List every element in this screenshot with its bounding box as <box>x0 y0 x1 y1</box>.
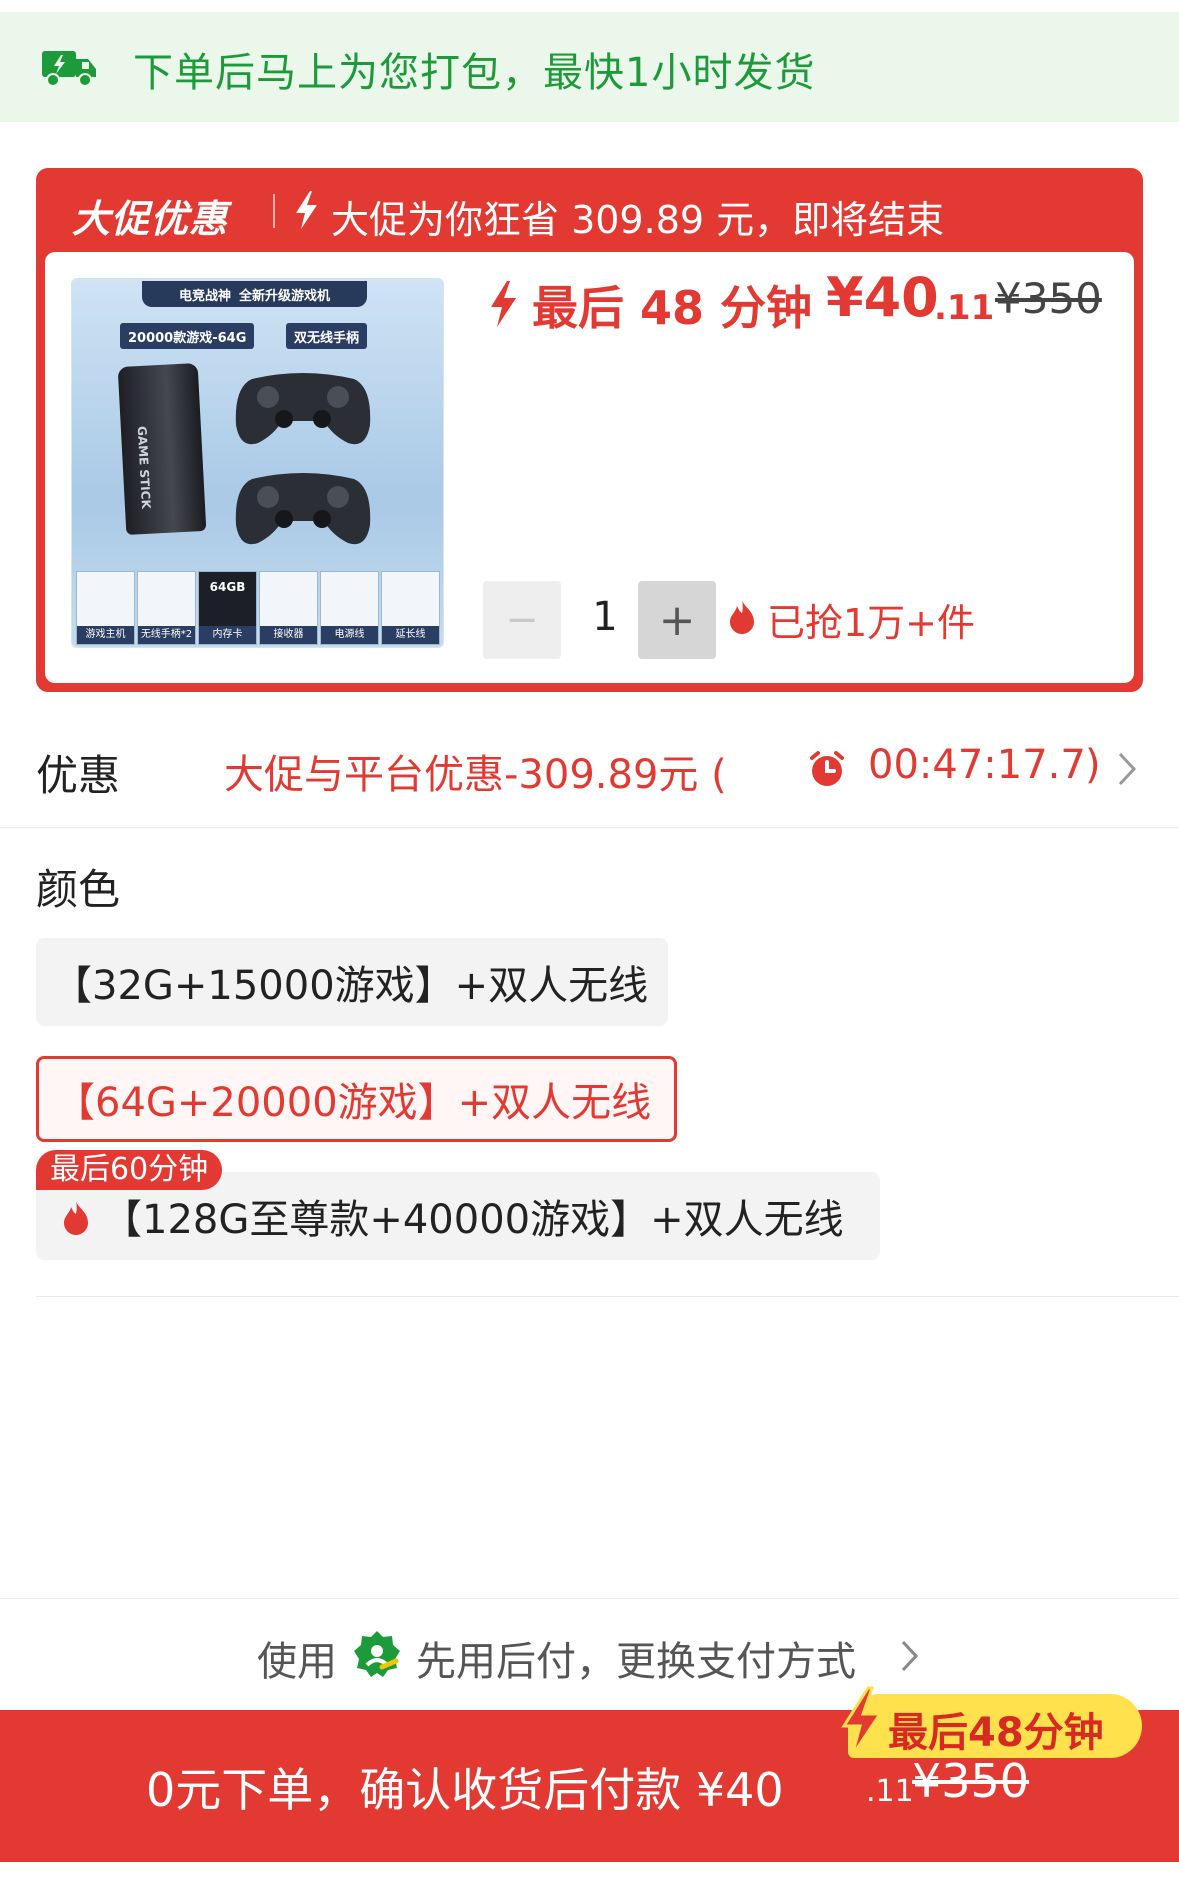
product-panel: 电竞战神 全新升级游戏机 20000款游戏-64G 双无线手柄 GAME STI… <box>45 252 1134 683</box>
coupon-row[interactable]: 优惠 大促与平台优惠-309.89元 ( 00:47:17.7 ) <box>0 718 1179 828</box>
color-label: 颜色 <box>36 865 121 914</box>
gamepad-icon <box>235 473 371 545</box>
thumb-label: 无线手柄*2 <box>138 626 195 644</box>
lightning-icon <box>296 191 317 229</box>
thumb-label: 游戏主机 <box>77 626 134 644</box>
product-image[interactable]: 电竞战神 全新升级游戏机 20000款游戏-64G 双无线手柄 GAME STI… <box>71 278 444 648</box>
price-countdown: 最后 48 分钟 <box>532 281 813 335</box>
thumb-item: 64GB 内存卡 <box>198 571 257 645</box>
thumb-item: 延长线 <box>381 571 440 645</box>
promo-card: 大促优惠 大促为你狂省 309.89 元，即将结束 电竞战神 全新升级游戏机 2… <box>36 168 1143 692</box>
promo-title: 大促优惠 <box>72 197 229 241</box>
image-chip-storage: 20000款游戏-64G <box>120 323 255 349</box>
thumb-label: 内存卡 <box>199 626 256 644</box>
chevron-right-icon[interactable] <box>900 1639 920 1673</box>
payment-use-label: 使用 <box>257 1639 337 1685</box>
sold-count: 已抢1万+件 <box>767 601 976 645</box>
pay-later-badge-icon <box>354 1631 400 1677</box>
thumb-item: 接收器 <box>259 571 318 645</box>
fire-icon <box>730 600 754 634</box>
thumb-item: 无线手柄*2 <box>137 571 196 645</box>
thumb-label: 接收器 <box>260 626 317 644</box>
quantity-value[interactable]: 1 <box>585 594 625 640</box>
coupon-value: 大促与平台优惠-309.89元 ( <box>224 752 727 798</box>
image-chip-controllers: 双无线手柄 <box>286 323 368 349</box>
image-thumbnails: 游戏主机 无线手柄*2 64GB 内存卡 接收器 电源线 延长线 <box>76 571 440 645</box>
price-decimal: .11 <box>934 288 995 328</box>
image-label: 全新升级游戏机 <box>239 288 331 304</box>
shipping-banner: 下单后马上为您打包，最快1小时发货 <box>0 12 1179 122</box>
color-option[interactable]: 【32G+15000游戏】+双人无线 <box>36 938 668 1026</box>
price-current: ¥40 <box>826 266 939 329</box>
thumb-label: 延长线 <box>382 626 439 644</box>
chevron-right-icon[interactable] <box>1116 750 1138 788</box>
fire-icon <box>64 1201 88 1235</box>
color-option-label: 【32G+15000游戏】+双人无线 <box>52 963 649 1009</box>
price-original: ¥350 <box>995 274 1102 323</box>
color-option-label: 【128G至尊款+40000游戏】+双人无线 <box>102 1197 844 1243</box>
image-brand: 电竞战神 <box>178 288 231 304</box>
thumb-item: 游戏主机 <box>76 571 135 645</box>
stick-text: GAME STICK <box>134 425 154 510</box>
promo-header: 大促优惠 大促为你狂省 309.89 元，即将结束 <box>36 168 1143 254</box>
color-option-selected[interactable]: 【64G+20000游戏】+双人无线 <box>36 1056 677 1142</box>
thumb-label: 电源线 <box>321 626 378 644</box>
shipping-text: 下单后马上为您打包，最快1小时发货 <box>133 50 816 96</box>
option-countdown-tag: 最后60分钟 <box>36 1150 223 1190</box>
checkout-countdown-text: 最后48分钟 <box>888 1710 1104 1756</box>
image-top-label: 电竞战神 全新升级游戏机 <box>142 281 367 307</box>
promo-divider <box>273 194 275 228</box>
checkout-price-original: ¥350 <box>912 1754 1030 1808</box>
game-stick-image: GAME STICK <box>117 363 207 535</box>
color-option-label: 【64G+20000游戏】+双人无线 <box>55 1080 652 1126</box>
quantity-decrease-button[interactable]: − <box>483 581 561 659</box>
coupon-countdown: 00:47:17.7 <box>868 742 1086 788</box>
delivery-truck-icon <box>42 51 96 87</box>
quantity-increase-button[interactable]: + <box>638 581 716 659</box>
lightning-icon <box>491 281 516 327</box>
gamepad-icon <box>235 373 371 445</box>
alarm-clock-icon <box>810 751 844 786</box>
checkout-price-decimal: .11 <box>866 1774 914 1809</box>
lightning-icon <box>841 1686 883 1757</box>
promo-subtitle: 大促为你狂省 309.89 元，即将结束 <box>331 198 945 242</box>
coupon-close-paren: ) <box>1085 742 1101 788</box>
checkout-label: 0元下单，确认收货后付款 ¥40 <box>146 1763 784 1817</box>
divider <box>36 1296 1179 1297</box>
payment-change-text: 先用后付，更换支付方式 <box>416 1639 856 1685</box>
thumb-item: 电源线 <box>320 571 379 645</box>
coupon-label: 优惠 <box>36 751 121 800</box>
